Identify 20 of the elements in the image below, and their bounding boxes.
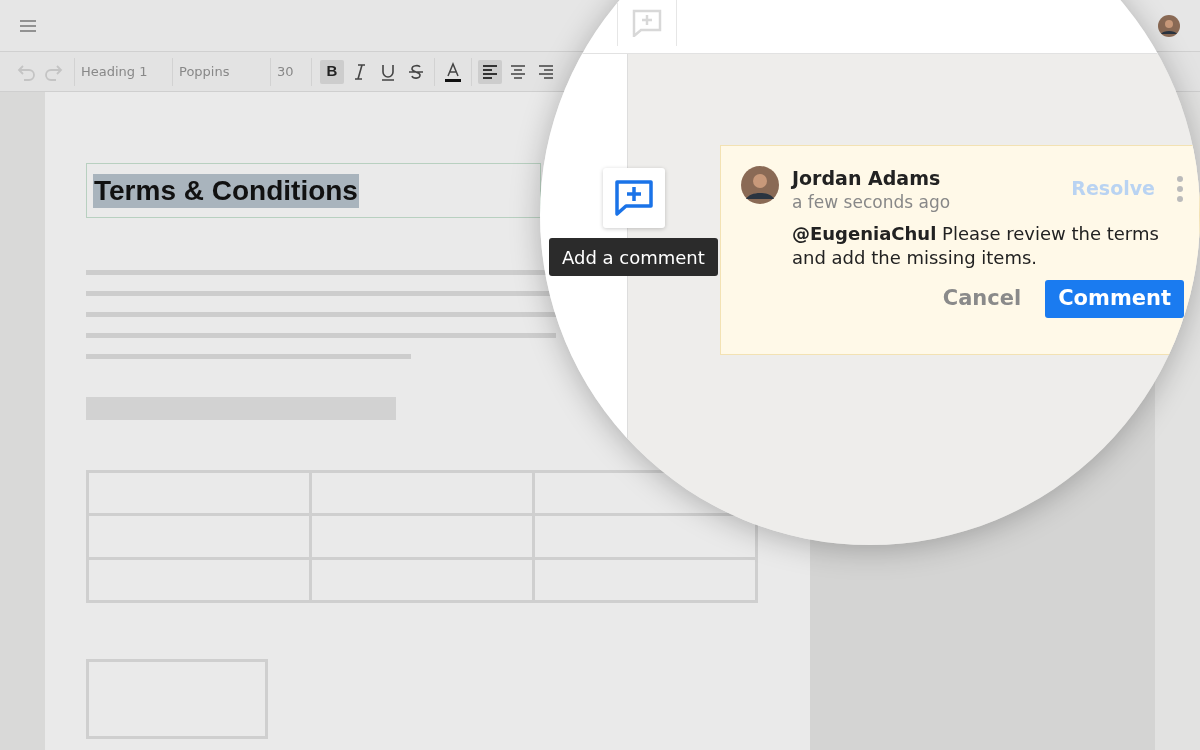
style-dropdown[interactable]: Heading 1 bbox=[81, 61, 166, 82]
comment-plus-icon bbox=[632, 9, 662, 37]
author-name: Jordan Adams bbox=[792, 166, 942, 190]
tooltip: Add a comment bbox=[549, 238, 718, 276]
avatar-icon[interactable] bbox=[1158, 14, 1180, 37]
align-left-button[interactable] bbox=[478, 59, 502, 84]
font-dropdown[interactable]: Poppins bbox=[179, 61, 264, 82]
avatar-icon bbox=[741, 166, 779, 204]
comment-text: @EugeniaChul Please review the terms and add the missing items. bbox=[792, 222, 1160, 270]
text-color-icon bbox=[442, 60, 464, 83]
heading-text: Terms & Conditions bbox=[93, 173, 359, 208]
add-comment-button[interactable] bbox=[603, 168, 665, 228]
heading-block[interactable]: Terms & Conditions bbox=[86, 163, 541, 218]
menu-icon[interactable] bbox=[20, 19, 36, 32]
comment-plus-icon bbox=[614, 179, 654, 217]
comment-button[interactable]: Comment bbox=[1045, 280, 1184, 318]
comment-time: a few seconds ago bbox=[792, 191, 951, 214]
size-dropdown[interactable]: 30 bbox=[277, 61, 305, 82]
cancel-button[interactable]: Cancel bbox=[936, 283, 1028, 315]
bold-button[interactable]: B bbox=[320, 59, 344, 84]
